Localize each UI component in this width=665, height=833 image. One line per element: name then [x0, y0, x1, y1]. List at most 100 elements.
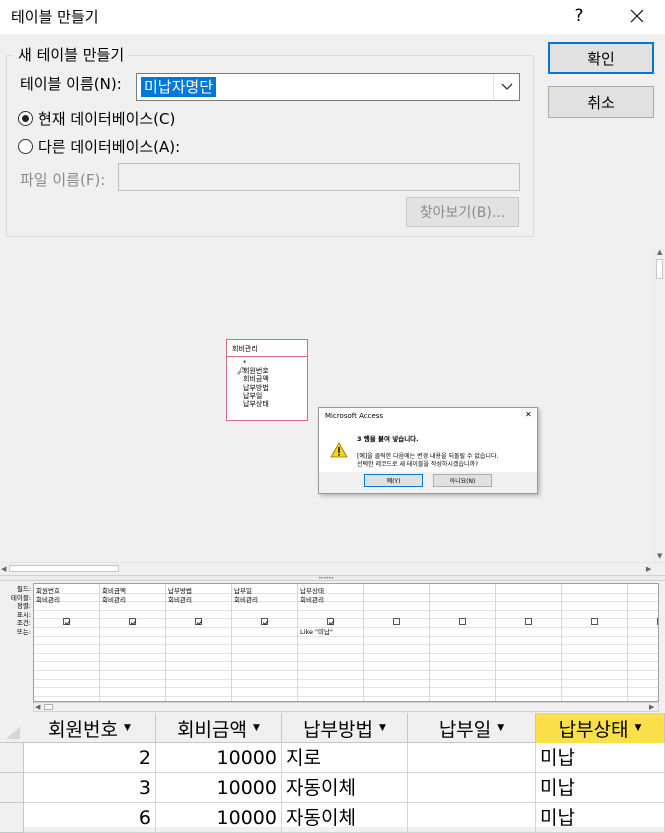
query-table-cell[interactable]: 회비관리 [234, 594, 258, 604]
scroll-up-icon[interactable]: ▲ [657, 248, 662, 256]
show-checkbox-checked[interactable] [63, 618, 71, 626]
show-checkbox[interactable] [657, 618, 658, 625]
table-cell[interactable] [408, 773, 536, 803]
filter-dropdown-icon[interactable]: ▼ [253, 723, 260, 733]
table-field-list-title: 회비관리 [232, 345, 258, 353]
query-column[interactable]: 회원번호 회비관리 [34, 584, 100, 701]
show-checkbox-checked[interactable] [195, 618, 203, 626]
table-cell[interactable]: 미납 [536, 743, 665, 773]
radio-other-database[interactable]: 다른 데이터베이스(A): [18, 136, 180, 157]
table-cell[interactable]: 10000 [156, 773, 282, 803]
table-cell[interactable]: 미납 [536, 773, 665, 803]
no-button[interactable]: 아니요(N) [433, 474, 492, 487]
query-column[interactable] [364, 584, 430, 701]
query-column[interactable]: 회비금액 회비관리 [100, 584, 166, 701]
scroll-right-icon[interactable]: ▶ [646, 565, 651, 573]
select-all-corner[interactable] [0, 713, 24, 743]
scroll-left-icon[interactable]: ◀ [35, 703, 40, 711]
design-vertical-scrollbar[interactable]: ▲ ▼ [654, 248, 665, 562]
filter-dropdown-icon[interactable]: ▼ [635, 723, 642, 733]
query-grid-scrollbar[interactable]: ◀ ▶ [33, 702, 659, 712]
table-cell[interactable]: 자동이체 [282, 773, 408, 803]
row-selector[interactable] [0, 803, 24, 833]
select-all-icon [6, 727, 20, 739]
column-header[interactable]: 회원번호 ▼ [24, 713, 156, 743]
show-checkbox-checked[interactable] [129, 618, 137, 626]
table-name-value[interactable]: 미납자명단 [141, 77, 217, 97]
msgbox-text-line: 선택한 레코드로 새 테이블을 작성하시겠습니까? [357, 461, 479, 468]
show-checkbox[interactable] [525, 618, 532, 625]
msgbox-close-icon[interactable]: ✕ [525, 410, 532, 419]
ok-button[interactable]: 확인 [548, 42, 654, 74]
table-cell[interactable] [408, 743, 536, 773]
horizontal-scroll-thumb[interactable] [9, 565, 119, 572]
check-icon [328, 620, 335, 626]
filter-dropdown-icon[interactable]: ▼ [379, 723, 386, 733]
query-column[interactable]: 납부상태 회비관리 Like "미납" [298, 584, 364, 701]
scroll-left-icon[interactable]: ◀ [1, 565, 6, 573]
show-checkbox[interactable] [393, 618, 400, 625]
radio-unselected-icon [18, 139, 33, 154]
vertical-scroll-thumb[interactable] [656, 259, 663, 279]
table-field-list[interactable]: 회비관리 * 🔑︎ 회원번호 회비금액 납부방법 납부일 납부상태 [226, 339, 308, 421]
table-cell[interactable] [408, 803, 536, 833]
table-cell[interactable]: 6 [24, 803, 156, 833]
radio-current-database[interactable]: 현재 데이터베이스(C) [18, 108, 175, 129]
column-header[interactable]: 회비금액 ▼ [156, 713, 282, 743]
scroll-down-icon[interactable]: ▼ [657, 552, 662, 560]
table-cell[interactable]: 10000 [156, 743, 282, 773]
query-column[interactable]: 납부방법 회비관리 [166, 584, 232, 701]
column-header[interactable]: 납부상태 ▼ [536, 713, 665, 743]
table-cell[interactable]: 3 [24, 773, 156, 803]
table-name-combobox[interactable]: 미납자명단 [136, 73, 520, 101]
column-header[interactable]: 납부일 ▼ [408, 713, 536, 743]
show-checkbox[interactable] [591, 618, 598, 625]
help-button[interactable]: ? [566, 3, 592, 29]
row-selector[interactable] [0, 743, 24, 773]
row-selector[interactable] [0, 773, 24, 803]
query-column[interactable] [562, 584, 628, 701]
query-design-grid[interactable]: 회원번호 회비관리 회비금액 회비관리 납부방법 회비관리 납부일 회비관리 납부상태 회비관리 L… [33, 583, 659, 702]
dialog-title: 테이블 만들기 [11, 8, 99, 26]
field-item[interactable]: * [237, 359, 269, 367]
query-column[interactable]: 납부일 회비관리 [232, 584, 298, 701]
group-title: 새 테이블 만들기 [14, 44, 129, 65]
msgbox-headline: 3 행을 붙여 넣습니다. [357, 435, 419, 443]
row-label-sort: 정렬: [16, 602, 31, 611]
field-item[interactable]: 납부상태 [237, 400, 269, 408]
query-table-cell[interactable]: 회비관리 [168, 594, 192, 604]
table-cell[interactable]: 미납 [536, 803, 665, 833]
file-name-input [118, 163, 520, 191]
show-checkbox-checked[interactable] [261, 618, 269, 626]
table-name-label: 테이블 이름(N): [20, 75, 122, 93]
field-item[interactable]: 납부방법 [237, 384, 269, 392]
yes-button[interactable]: 예(Y) [364, 474, 423, 487]
query-column[interactable] [628, 584, 658, 701]
query-table-cell[interactable]: 회비관리 [300, 594, 324, 604]
filter-dropdown-icon[interactable]: ▼ [497, 723, 504, 733]
table-cell[interactable]: 자동이체 [282, 803, 408, 833]
show-checkbox[interactable] [459, 618, 466, 625]
msgbox-body: 3 행을 붙여 넣습니다. [예]을 클릭한 다음에는 변경 내용을 되돌릴 수… [319, 424, 537, 472]
query-column[interactable] [430, 584, 496, 701]
show-checkbox-checked[interactable] [327, 618, 335, 626]
table-cell[interactable]: 2 [24, 743, 156, 773]
query-criteria-cell[interactable]: Like "미납" [300, 626, 333, 636]
cancel-button[interactable]: 취소 [548, 86, 654, 118]
chevron-down-icon [501, 83, 512, 90]
table-field-list-divider [227, 356, 307, 357]
filter-dropdown-icon[interactable]: ▼ [124, 723, 131, 733]
query-table-cell[interactable]: 회비관리 [36, 594, 60, 604]
dropdown-button[interactable] [493, 74, 519, 100]
field-item[interactable]: 회비금액 [237, 375, 269, 383]
row-label-field: 필드: [16, 585, 31, 593]
query-table-cell[interactable]: 회비관리 [102, 594, 126, 604]
scroll-right-icon[interactable]: ▶ [649, 703, 654, 711]
column-header[interactable]: 납부방법 ▼ [282, 713, 408, 743]
table-cell[interactable]: 지로 [282, 743, 408, 773]
query-grid-scroll-thumb[interactable] [44, 704, 53, 710]
table-cell[interactable]: 10000 [156, 803, 282, 833]
field-item[interactable]: 납부일 [237, 392, 269, 400]
query-column[interactable] [496, 584, 562, 701]
close-button[interactable] [620, 3, 654, 29]
